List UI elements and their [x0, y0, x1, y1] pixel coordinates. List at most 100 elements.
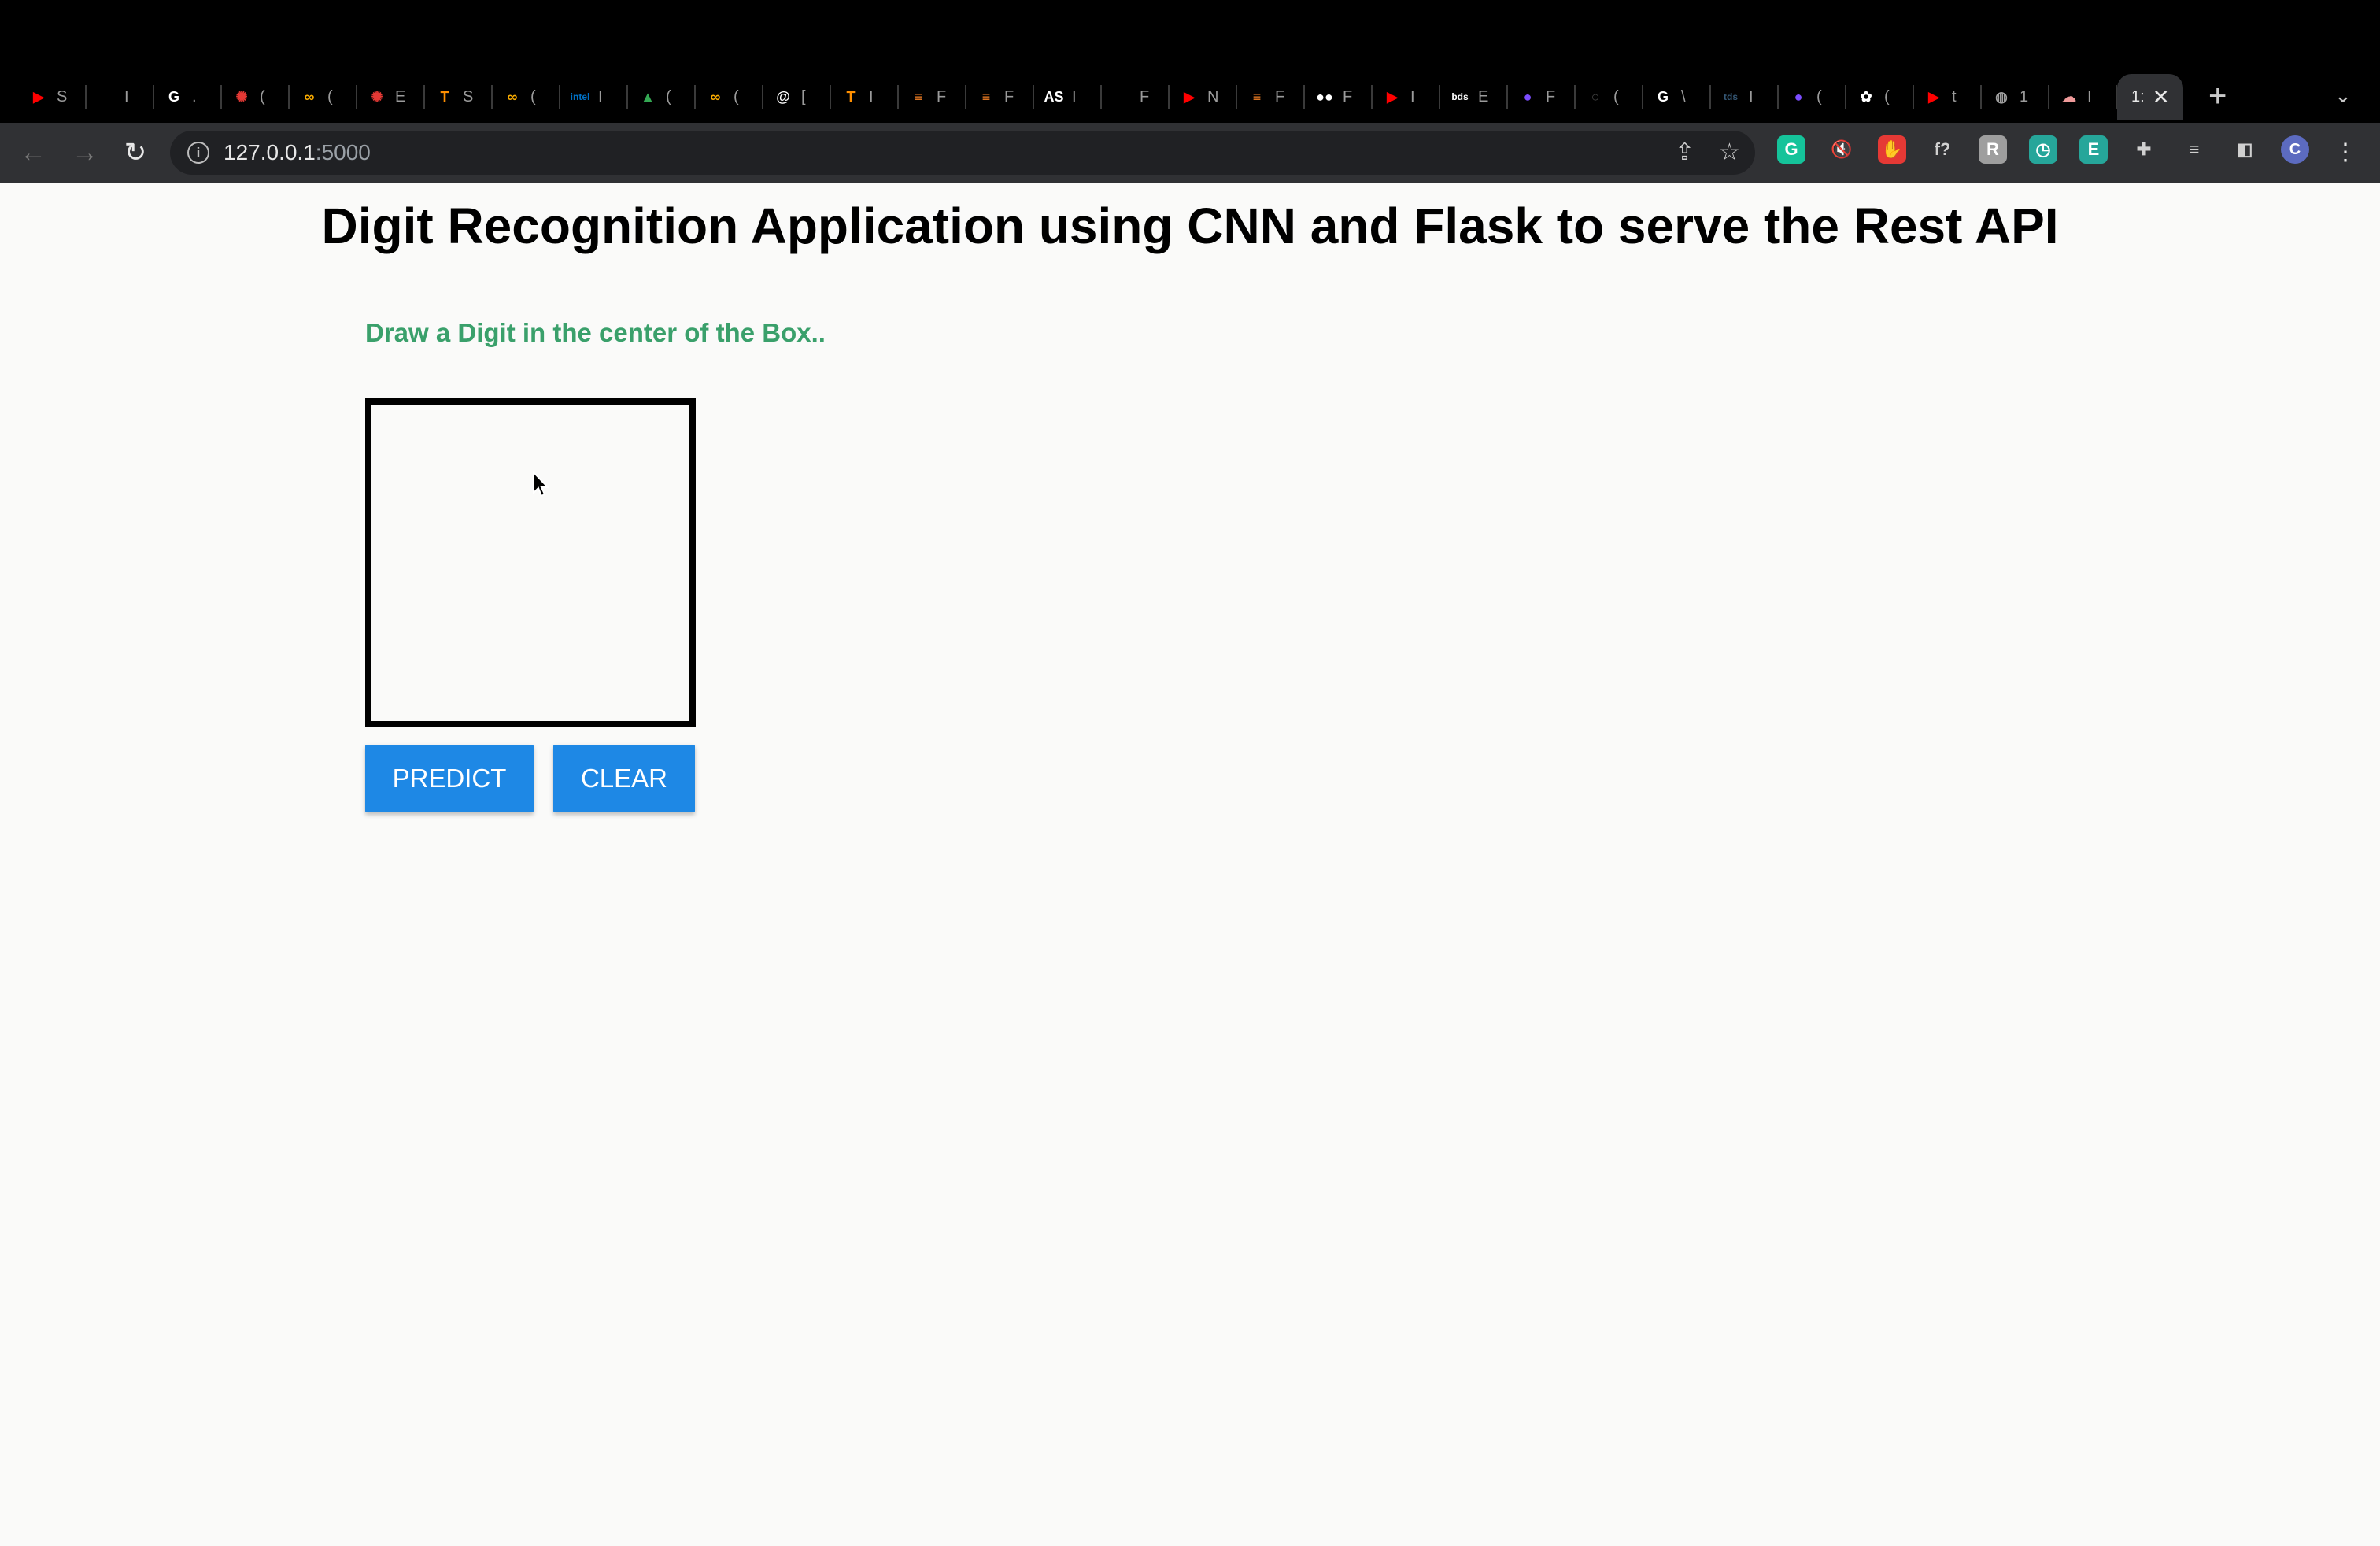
- globe-icon: ◍: [1995, 88, 2008, 105]
- tab-title: F: [1546, 87, 1556, 105]
- extension-clock-icon[interactable]: ◷: [2029, 135, 2057, 164]
- close-icon[interactable]: ✕: [2153, 85, 2170, 109]
- browser-tab[interactable]: AS I: [1034, 74, 1102, 120]
- browser-tab[interactable]: ≡ F: [966, 74, 1034, 120]
- menu-kebab-icon[interactable]: ⋮: [2326, 134, 2364, 172]
- side-panel-icon[interactable]: ◧: [2230, 135, 2259, 164]
- url-text[interactable]: 127.0.0.1:5000: [224, 140, 371, 165]
- youtube-icon: ▶: [33, 88, 44, 105]
- colab-icon: ∞: [507, 88, 518, 105]
- browser-tab-active[interactable]: 1: ✕: [2117, 74, 2183, 120]
- tab-title: (: [530, 87, 536, 105]
- tab-title: (: [260, 87, 265, 105]
- browser-tab[interactable]: G \: [1643, 74, 1711, 120]
- tab-list: ▶ S ● I G. ✺(∞(✺ E T S ∞(intel I ▲(∞(@[T I ≡ F ≡ F AS I ● F ▶…: [19, 74, 2183, 120]
- browser-tab[interactable]: ▶ I: [1373, 74, 1440, 120]
- extension-r-icon[interactable]: R: [1979, 135, 2007, 164]
- browser-tab[interactable]: ∞(: [290, 74, 357, 120]
- browser-tab[interactable]: ●(: [1779, 74, 1846, 120]
- stackoverflow-icon: ≡: [914, 88, 923, 105]
- tab-title: .: [192, 87, 197, 105]
- medium-icon: ●●: [1316, 88, 1333, 105]
- new-tab-button[interactable]: +: [2208, 79, 2227, 113]
- profile-avatar[interactable]: C: [2281, 135, 2309, 164]
- bookmark-star-icon[interactable]: ☆: [1719, 139, 1740, 167]
- stackoverflow-icon: ≡: [981, 88, 991, 105]
- tab-title: F: [1004, 87, 1014, 105]
- browser-tab[interactable]: ▶ S: [19, 74, 87, 120]
- back-arrow-icon[interactable]: ←: [14, 134, 52, 172]
- browser-tab[interactable]: ●● F: [1305, 74, 1373, 120]
- circle-icon: ●: [1794, 88, 1803, 105]
- tab-title: I: [869, 87, 874, 105]
- browser-tab[interactable]: ▲(: [628, 74, 696, 120]
- tab-title: I: [2087, 87, 2092, 105]
- predict-button[interactable]: PREDICT: [365, 745, 534, 812]
- tab-title: F: [1275, 87, 1285, 105]
- media-icon[interactable]: ≡: [2180, 135, 2208, 164]
- cloud-icon: ☁: [2062, 88, 2076, 105]
- extension-e-icon[interactable]: E: [2079, 135, 2108, 164]
- tab-title: (: [1613, 87, 1619, 105]
- puzzle-icon[interactable]: ✚: [2130, 135, 2158, 164]
- browser-tab[interactable]: TS: [425, 74, 493, 120]
- browser-tab[interactable]: ✿(: [1846, 74, 1914, 120]
- tab-title: \: [1681, 87, 1686, 105]
- tab-title: (: [1884, 87, 1890, 105]
- browser-tab[interactable]: ✺ E: [357, 74, 425, 120]
- adblock-icon[interactable]: ✋: [1878, 135, 1906, 164]
- colab-icon: ∞: [710, 88, 721, 105]
- tab-title: S: [463, 87, 474, 105]
- sunburst-icon: ✺: [371, 88, 383, 105]
- browser-tab[interactable]: ✺(: [222, 74, 290, 120]
- browser-tab[interactable]: ● I: [87, 74, 154, 120]
- tab-title: I: [1749, 87, 1754, 105]
- browser-tab[interactable]: ≡ F: [1237, 74, 1305, 120]
- browser-tab[interactable]: @[: [763, 74, 831, 120]
- forward-arrow-icon[interactable]: →: [66, 134, 104, 172]
- browser-tab[interactable]: tds I: [1711, 74, 1779, 120]
- browser-tab[interactable]: ∞(: [696, 74, 763, 120]
- browser-tab[interactable]: ☁ I: [2049, 74, 2117, 120]
- tab-title: I: [124, 87, 129, 105]
- browser-tab[interactable]: ▶ N: [1170, 74, 1237, 120]
- url-host: 127.0.0.1: [224, 140, 316, 165]
- browser-tab[interactable]: ≡ F: [899, 74, 966, 120]
- url-port: :5000: [315, 140, 371, 165]
- youtube-icon: ▶: [1387, 88, 1398, 105]
- browser-tab[interactable]: ○(: [1576, 74, 1643, 120]
- tab-title: [: [801, 87, 806, 105]
- browser-tab[interactable]: ● F: [1102, 74, 1170, 120]
- formula-icon[interactable]: f?: [1928, 135, 1957, 164]
- tds-icon: tds: [1724, 91, 1738, 102]
- browser-tab[interactable]: bds E: [1440, 74, 1508, 120]
- clear-button[interactable]: CLEAR: [553, 745, 695, 812]
- tab-title: t: [1952, 87, 1957, 105]
- reload-icon[interactable]: ↻: [116, 134, 154, 172]
- address-bar[interactable]: i 127.0.0.1:5000 ⇪ ☆: [170, 131, 1755, 175]
- github-icon: ●: [1117, 88, 1126, 105]
- browser-tab[interactable]: ▶ t: [1914, 74, 1982, 120]
- browser-tab[interactable]: G.: [154, 74, 222, 120]
- browser-tab[interactable]: ● F: [1508, 74, 1576, 120]
- tab-title: 1: [2020, 87, 2029, 105]
- tab-search-button[interactable]: ⌄: [2334, 83, 2352, 108]
- grammarly-icon[interactable]: G: [1777, 135, 1805, 164]
- browser-tab[interactable]: ◍ 1: [1982, 74, 2049, 120]
- page-content: Digit Recognition Application using CNN …: [0, 183, 2380, 1546]
- app-icon: ✿: [1860, 88, 1872, 105]
- site-info-icon[interactable]: i: [187, 142, 209, 164]
- browser-tab[interactable]: TI: [831, 74, 899, 120]
- sunburst-icon: ✺: [235, 88, 248, 105]
- mute-icon[interactable]: 🔇: [1828, 135, 1856, 164]
- tab-title: I: [1410, 87, 1415, 105]
- circle-icon: ●: [1523, 88, 1532, 105]
- browser-toolbar: ← → ↻ i 127.0.0.1:5000 ⇪ ☆ G 🔇 ✋ f? R ◷ E ✚ ≡ ◧ C…: [0, 123, 2380, 183]
- browser-tab[interactable]: intel I: [560, 74, 628, 120]
- share-icon[interactable]: ⇪: [1675, 139, 1694, 167]
- drawing-canvas[interactable]: [365, 398, 696, 727]
- tensorflow-icon: T: [440, 88, 449, 105]
- tab-title: F: [937, 87, 947, 105]
- browser-tab[interactable]: ∞(: [493, 74, 560, 120]
- tab-title: E: [1478, 87, 1489, 105]
